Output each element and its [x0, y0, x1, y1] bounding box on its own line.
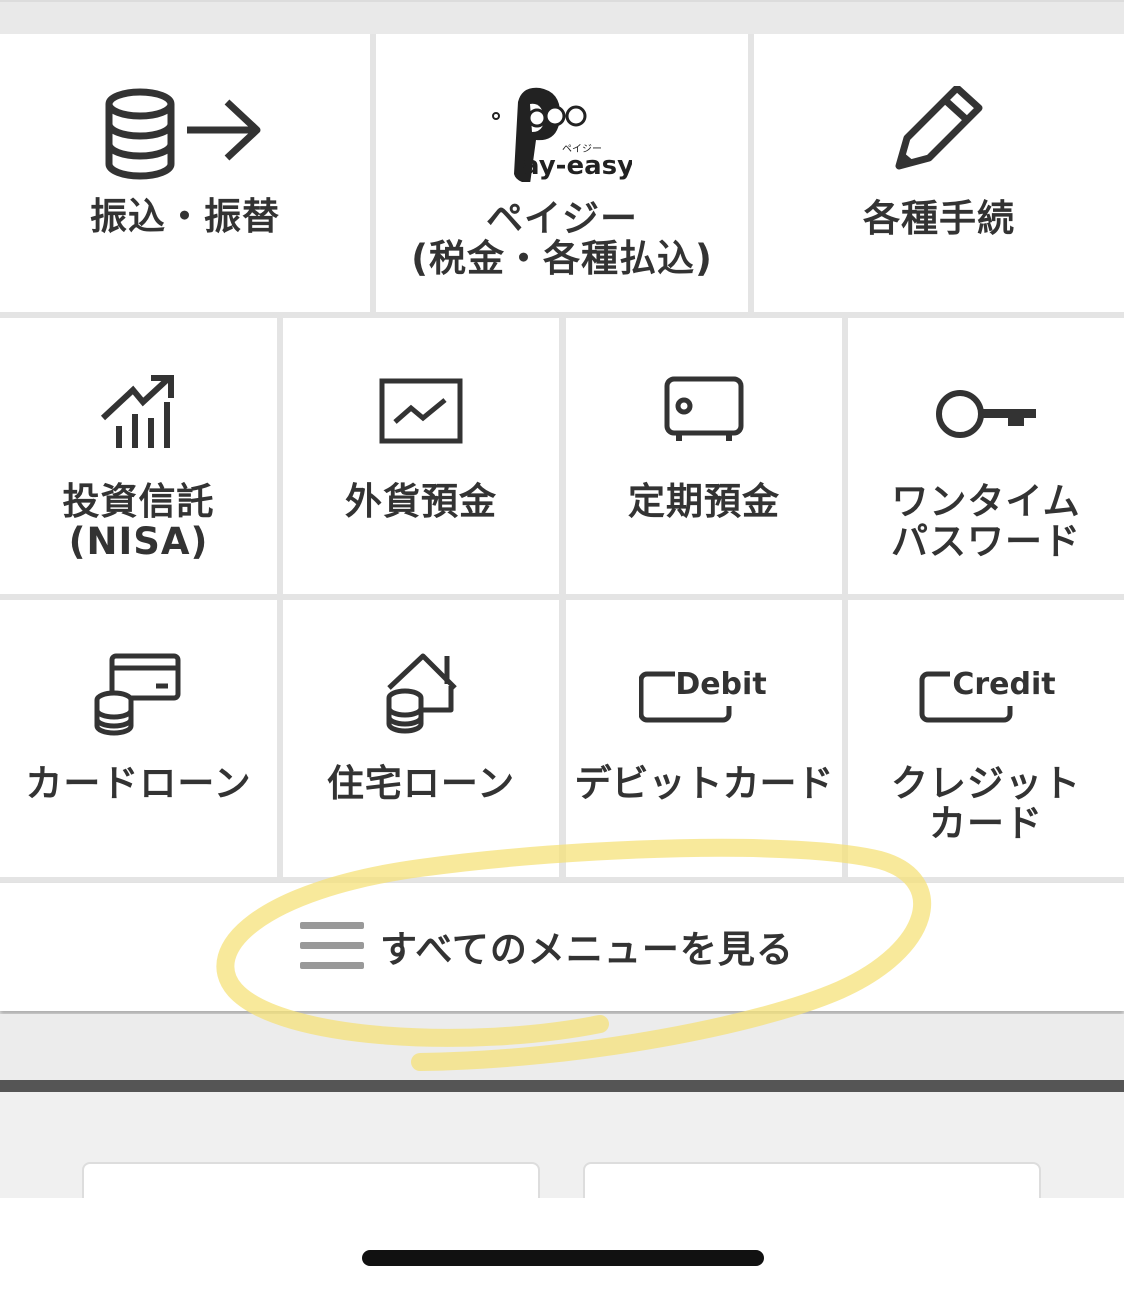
all-menu-row: すべてのメニューを見る [0, 883, 1124, 1011]
chart-frame-icon [379, 378, 463, 444]
tile-label-card-loan: カードローン [25, 762, 252, 805]
home-area [0, 1198, 1124, 1291]
pencil-icon [895, 86, 983, 170]
tile-housing-loan[interactable]: 住宅ローン [283, 600, 559, 877]
tile-procedures[interactable]: 各種手続 [754, 34, 1124, 312]
debit-card-icon: Debit [639, 667, 767, 723]
tile-card-loan[interactable]: カードローン [0, 600, 277, 877]
tile-one-time-password[interactable]: ワンタイム パスワード [848, 318, 1124, 594]
hamburger-menu-icon [300, 922, 364, 969]
tile-credit-card[interactable]: Credit クレジット カード [848, 600, 1124, 877]
tile-label-foreign-deposit: 外貨預金 [345, 480, 497, 523]
tile-label-transfer: 振込・振替 [90, 195, 280, 238]
home-indicator[interactable] [362, 1250, 764, 1266]
tile-label-housing-loan: 住宅ローン [326, 762, 516, 805]
top-strip [0, 0, 1124, 34]
tile-time-deposit[interactable]: 定期預金 [566, 318, 842, 594]
tile-payeasy[interactable]: ペイジー ay-easy ペイジー (税金・各種払込) [376, 34, 748, 312]
all-menu-label: すべてのメニューを見る [380, 928, 794, 971]
payeasy-logo-icon: ペイジー ay-easy [492, 87, 632, 182]
tile-investment-trust[interactable]: 投資信託 (NISA) [0, 318, 277, 594]
house-coins-icon [386, 653, 457, 734]
section-divider [0, 1080, 1124, 1092]
credit-card-text: Credit [952, 667, 1055, 702]
rising-chart-icon [100, 375, 174, 448]
tile-label-credit-card: クレジット カード [891, 762, 1081, 845]
tile-transfer[interactable]: 振込・振替 [0, 34, 370, 312]
tile-debit-card[interactable]: Debit デビットカード [566, 600, 842, 877]
tile-label-payeasy: ペイジー (税金・各種払込) [411, 197, 713, 280]
safe-icon [664, 376, 744, 441]
payeasy-logo-text: ay-easy [522, 151, 632, 181]
tile-label-procedures: 各種手続 [863, 197, 1015, 240]
gray-band [0, 1014, 1124, 1080]
tile-foreign-deposit[interactable]: 外貨預金 [283, 318, 559, 594]
tile-label-investment-trust: 投資信託 (NISA) [62, 480, 215, 563]
debit-card-text: Debit [675, 667, 766, 702]
credit-card-icon: Credit [919, 667, 1056, 723]
tile-label-debit-card: デビットカード [574, 762, 834, 805]
tile-label-time-deposit: 定期預金 [628, 480, 780, 523]
all-menu-button[interactable]: すべてのメニューを見る [300, 911, 794, 981]
tile-label-one-time-password: ワンタイム パスワード [891, 480, 1081, 563]
card-coins-icon [94, 653, 180, 736]
key-icon [936, 390, 1036, 438]
coins-arrow-icon [105, 88, 261, 180]
